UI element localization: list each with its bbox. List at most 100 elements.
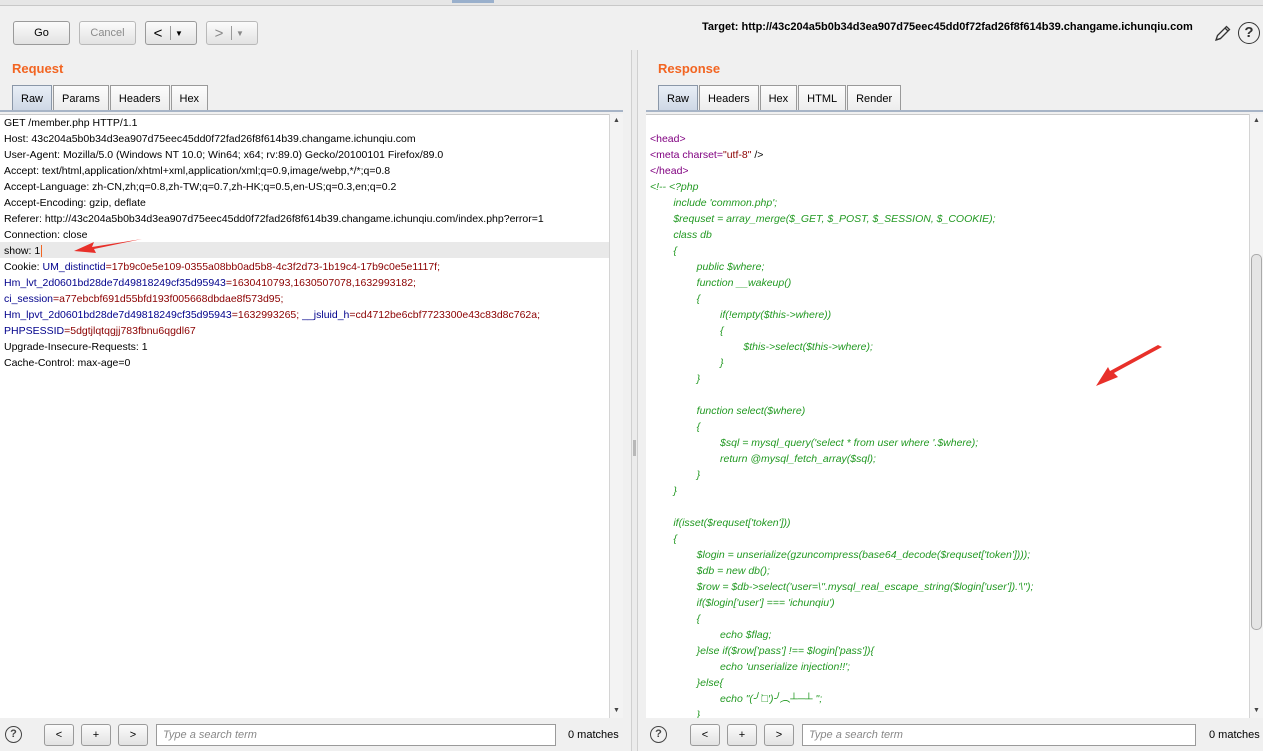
cookie-name: ci_session [4, 293, 54, 305]
request-line: Accept-Encoding: gzip, deflate [4, 197, 146, 209]
php-line: public $where; [650, 261, 765, 273]
response-tabs: Raw Headers Hex HTML Render [658, 85, 902, 111]
request-title: Request [12, 61, 64, 76]
tab-request-hex[interactable]: Hex [170, 85, 209, 111]
cookie-value: =1632993265; [231, 309, 300, 321]
php-line: { [650, 533, 677, 545]
html-tag: </head> [650, 165, 689, 177]
tab-response-hex[interactable]: Hex [759, 85, 798, 111]
annotation-arrow [1096, 345, 1162, 386]
search-next-button[interactable]: > [118, 724, 148, 746]
scroll-up-icon[interactable]: ▲ [610, 114, 623, 128]
help-icon[interactable]: ? [650, 726, 667, 743]
request-tab-underline [0, 110, 623, 112]
cookie-value: =a77ebcbf691d55bfd193f005668dbdae8f573d9… [53, 293, 284, 305]
request-editor[interactable]: GET /member.php HTTP/1.1 Host: 43c204a5b… [0, 114, 609, 718]
scroll-down-icon[interactable]: ▼ [610, 704, 623, 718]
go-button[interactable]: Go [13, 21, 70, 45]
response-scrollbar[interactable]: ▲ ▼ [1249, 114, 1263, 718]
request-line: Accept-Language: zh-CN,zh;q=0.8,zh-TW;q=… [4, 181, 397, 193]
php-line: }else if($row['pass'] !== $login['pass']… [650, 645, 874, 657]
search-prev-button[interactable]: < [690, 724, 720, 746]
php-line: <!-- <?php [650, 181, 699, 193]
response-tab-underline [646, 110, 1263, 112]
php-line: echo 'unserialize injection!!'; [650, 661, 851, 673]
html-tag: <meta [650, 149, 680, 161]
response-search-input[interactable] [802, 724, 1196, 746]
splitter-grip[interactable] [633, 440, 636, 456]
html-attr: charset= [679, 149, 723, 161]
show-header-text: show: 1 [4, 245, 41, 257]
scroll-up-icon[interactable]: ▲ [1250, 114, 1263, 128]
chevron-down-icon[interactable]: ▼ [171, 29, 187, 38]
response-line: <head> [650, 131, 686, 147]
cancel-button[interactable]: Cancel [79, 21, 136, 45]
tab-request-params[interactable]: Params [53, 85, 109, 111]
tab-response-headers[interactable]: Headers [699, 85, 759, 111]
php-line: $db = new db(); [650, 565, 770, 577]
help-icon[interactable]: ? [1238, 22, 1260, 44]
text-caret [41, 245, 43, 258]
php-line: if(isset($requset['token'])) [650, 517, 791, 529]
tab-response-render[interactable]: Render [847, 85, 902, 111]
php-line: } [650, 485, 677, 497]
request-scrollbar[interactable]: ▲ ▼ [609, 114, 623, 718]
tab-request-raw[interactable]: Raw [12, 85, 53, 111]
html-tag: <head> [650, 133, 686, 145]
php-line: } [650, 469, 701, 481]
response-editor[interactable]: <head> <meta charset="utf-8" /> </head> … [646, 114, 1249, 718]
forward-button[interactable]: > ▼ [206, 21, 258, 45]
php-line: echo "(╯‵□′)╯︵┴─┴ "; [650, 693, 823, 705]
php-line: { [650, 245, 677, 257]
response-title: Response [658, 61, 721, 76]
php-line: } [650, 357, 724, 369]
request-line-show: show: 1 [4, 243, 43, 259]
cookie-line: Hm_lpvt_2d0601bd28de7d49818249cf35d95943… [4, 307, 540, 323]
cookie-name: PHPSESSID [4, 325, 65, 337]
cookie-name: UM_distinctid [42, 261, 106, 273]
cookie-name: Hm_lpvt_2d0601bd28de7d49818249cf35d95943 [4, 309, 232, 321]
php-line: return @mysql_fetch_array($sql); [650, 453, 876, 465]
php-line: echo $flag; [650, 629, 772, 641]
help-icon[interactable]: ? [5, 726, 22, 743]
pencil-icon[interactable] [1213, 23, 1233, 43]
scroll-thumb[interactable] [1251, 254, 1262, 630]
back-button[interactable]: < ▼ [145, 21, 197, 45]
request-line: Host: 43c204a5b0b34d3ea907d75eec45dd0f72… [4, 133, 416, 145]
php-line: function select($where) [650, 405, 806, 417]
request-line: Upgrade-Insecure-Requests: 1 [4, 341, 148, 353]
php-line: $this->select($this->where); [650, 341, 873, 353]
request-line: Cache-Control: max-age=0 [4, 357, 131, 369]
php-line: } [650, 709, 701, 718]
search-prev-button[interactable]: < [44, 724, 74, 746]
annotation-arrow [74, 239, 142, 253]
request-line: Referer: http://43c204a5b0b34d3ea907d75e… [4, 213, 544, 225]
search-add-button[interactable]: + [81, 724, 111, 746]
request-line: User-Agent: Mozilla/5.0 (Windows NT 10.0… [4, 149, 444, 161]
scroll-down-icon[interactable]: ▼ [1250, 704, 1263, 718]
php-line: $sql = mysql_query('select * from user w… [650, 437, 979, 449]
cookie-value: =17b9c0e5e109-0355a08bb0ad5b8-4c3f2d73-1… [105, 261, 441, 273]
cookie-prefix: Cookie: [4, 261, 43, 273]
cookie-value: =5dgtjlqtqgjj783fbnu6qgdl67 [64, 325, 196, 337]
tab-request-headers[interactable]: Headers [109, 85, 170, 111]
search-add-button[interactable]: + [727, 724, 757, 746]
cookie-value: =1630410793,1630507078,1632993182; [225, 277, 416, 289]
html-attr-value: "utf-8" [722, 149, 752, 161]
cookie-name: __jsluid_h [302, 309, 350, 321]
tab-response-raw[interactable]: Raw [658, 85, 699, 111]
html-tag-close: /> [751, 149, 764, 161]
forward-arrow-icon: > [214, 24, 224, 42]
pane-splitter[interactable] [631, 50, 638, 751]
tab-response-html[interactable]: HTML [798, 85, 847, 111]
request-search-input[interactable] [156, 724, 556, 746]
php-line: class db [650, 229, 712, 241]
request-line: GET /member.php HTTP/1.1 [4, 117, 138, 129]
php-line: function __wakeup() [650, 277, 792, 289]
request-tabs: Raw Params Headers Hex [12, 85, 209, 111]
php-line: $row = $db->select('user=\''.mysql_real_… [650, 581, 1034, 593]
response-match-count: 0 matches [1209, 729, 1260, 741]
search-next-button[interactable]: > [764, 724, 794, 746]
chevron-down-icon[interactable]: ▼ [232, 29, 248, 38]
cookie-value: =cd4712be6cbf7723300e43c83d8c762a; [349, 309, 541, 321]
